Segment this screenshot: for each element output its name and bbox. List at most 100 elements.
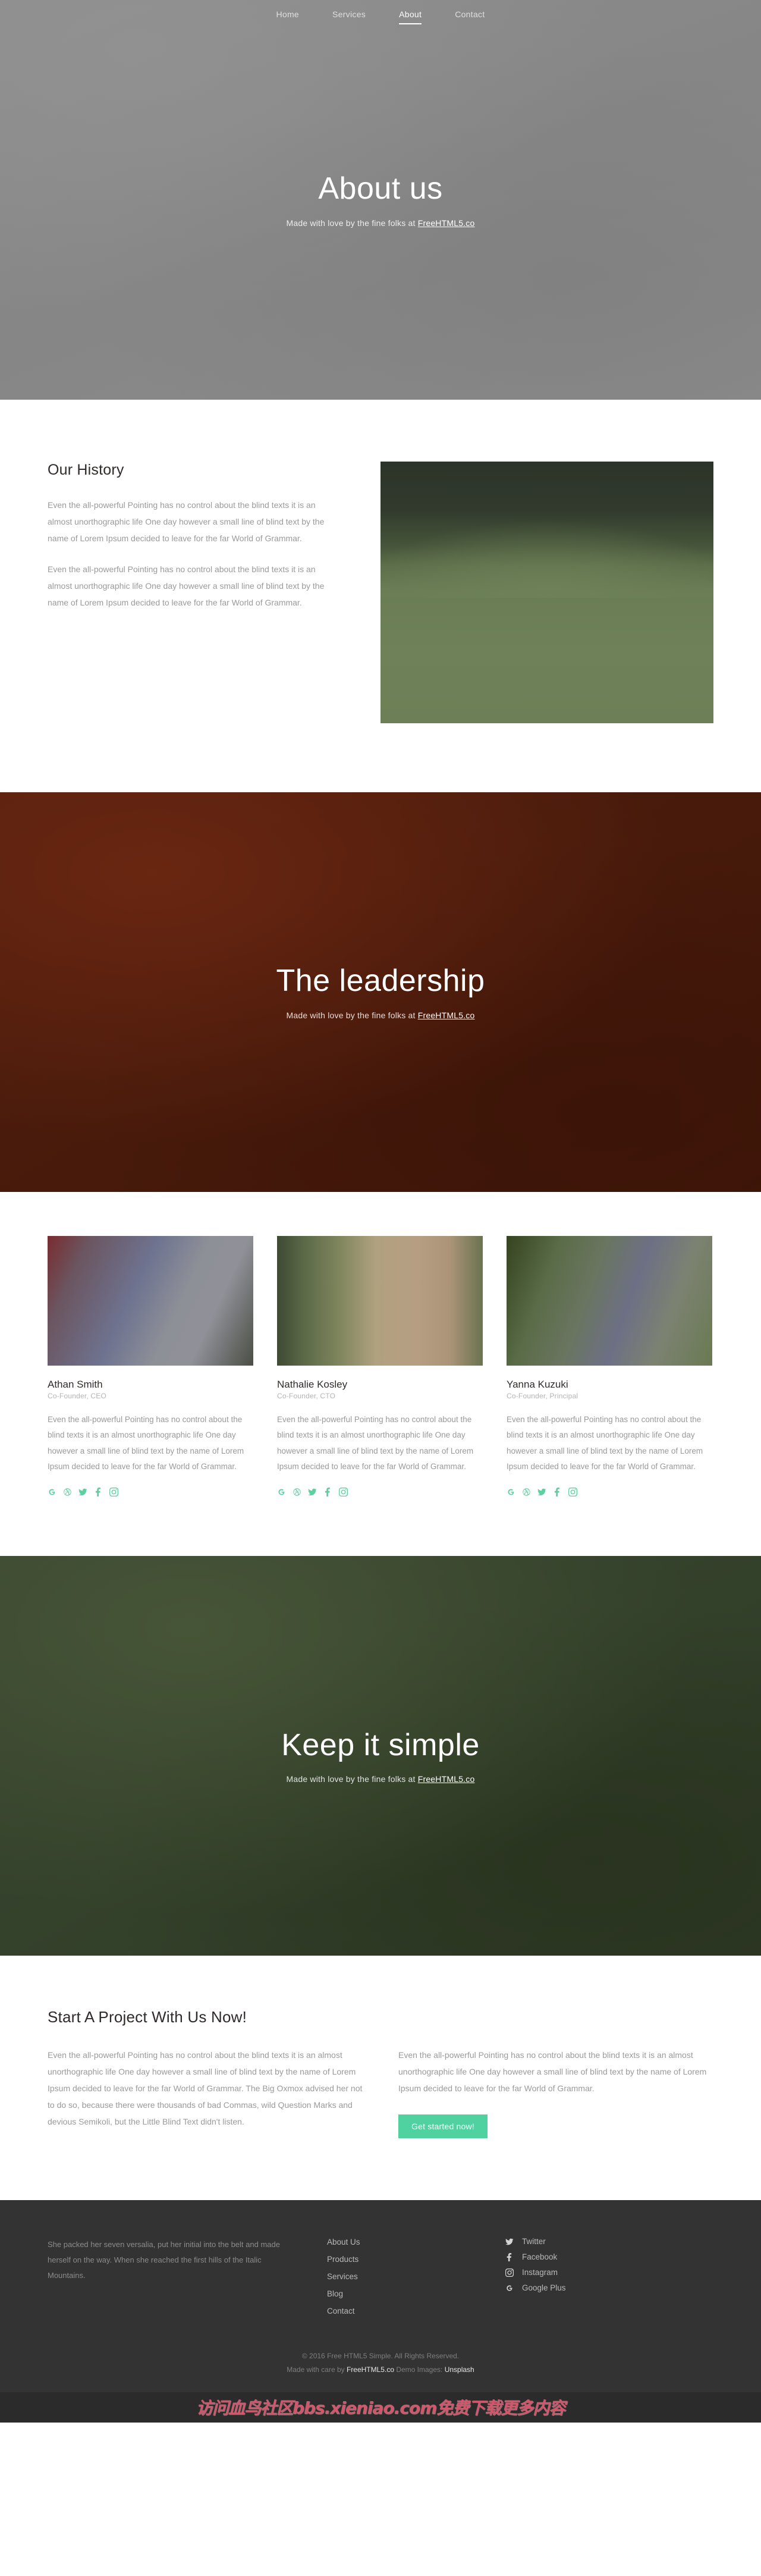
team-member-bio: Even the all-powerful Pointing has no co… [507,1415,703,1471]
facebook-icon[interactable] [323,1488,332,1497]
hero-simple-content: Keep it simple Made with love by the fin… [281,1728,480,1784]
cta-left-paragraph: Even the all-powerful Pointing has no co… [48,2050,363,2127]
team-card: Yanna Kuzuki Co-Founder, Principal Even … [507,1236,712,1497]
team-member-role: Co-Founder, Principal [507,1392,578,1400]
google-icon[interactable] [277,1488,286,1496]
team-member-bio: Even the all-powerful Pointing has no co… [277,1415,474,1471]
hero-simple-subtitle-text: Made with love by the fine folks at [286,1774,418,1784]
footer-social-facebook[interactable]: Facebook [505,2252,684,2261]
hero-leadership-subtitle-text: Made with love by the fine folks at [286,1010,418,1020]
dribbble-icon[interactable] [63,1488,72,1496]
footer-link-blog[interactable]: Blog [327,2289,343,2298]
team-member-photo [48,1236,253,1366]
footer-link-item[interactable]: Products [327,2254,505,2265]
nav-link-about[interactable]: About [399,10,422,24]
history-paragraph-2: Even the all-powerful Pointing has no co… [48,564,325,607]
team-member-photo [507,1236,712,1366]
credit-line: Made with care by FreeHTML5.co Demo Imag… [48,2363,713,2377]
cta-right-paragraph: Even the all-powerful Pointing has no co… [398,2050,707,2094]
team-member-role: Co-Founder, CTO [277,1392,336,1400]
hero-leadership-subtitle-link[interactable]: FreeHTML5.co [418,1011,475,1020]
get-started-button[interactable]: Get started now! [398,2114,488,2139]
twitter-icon[interactable] [537,1488,546,1496]
hero-leadership-section: The leadership Made with love by the fin… [0,792,761,1192]
footer-links-column: About Us Products Services Blog Contact [327,2237,505,2323]
nav-link-services[interactable]: Services [332,10,366,23]
facebook-icon[interactable] [553,1488,562,1497]
google-icon[interactable] [507,1488,515,1496]
dribbble-icon[interactable] [522,1488,531,1496]
footer-container: She packed her seven versalia, put her i… [48,2237,713,2392]
footer-copyright: © 2016 Free HTML5 Simple. All Rights Res… [48,2323,713,2392]
footer-social-instagram[interactable]: Instagram [505,2268,684,2277]
main-navigation: Home Services About Contact [0,0,761,33]
team-card: Athan Smith Co-Founder, CEO Even the all… [48,1236,253,1497]
footer-link-item[interactable]: Services [327,2271,505,2282]
history-grid: Our History Even the all-powerful Pointi… [48,462,713,723]
twitter-icon[interactable] [78,1488,87,1496]
footer-social-column: Twitter Facebook Instagram Google Plus [505,2237,684,2323]
google-icon[interactable] [48,1488,56,1496]
footer-about-text: She packed her seven versalia, put her i… [48,2240,280,2280]
credit-link-unsplash[interactable]: Unsplash [445,2365,474,2374]
hero-simple-subtitle: Made with love by the fine folks at Free… [281,1774,480,1784]
footer-link-about-us[interactable]: About Us [327,2238,360,2246]
nav-item-about[interactable]: About [399,10,422,24]
hero-about-content: About us Made with love by the fine folk… [287,171,475,228]
cta-container: Start A Project With Us Now! Even the al… [48,2008,713,2139]
instagram-icon[interactable] [109,1488,118,1497]
footer-link-item[interactable]: About Us [327,2237,505,2248]
hero-about-title: About us [318,171,443,206]
footer-social-twitter[interactable]: Twitter [505,2237,684,2246]
site-footer: She packed her seven versalia, put her i… [0,2200,761,2392]
history-text-column: Our History Even the all-powerful Pointi… [48,462,333,625]
page-root: Home Services About Contact About us Mad… [0,0,761,2423]
instagram-icon[interactable] [568,1488,577,1497]
hero-about-subtitle-link[interactable]: FreeHTML5.co [418,218,475,228]
hero-about-subtitle: Made with love by the fine folks at Free… [287,218,475,228]
nav-item-services[interactable]: Services [332,10,366,24]
hero-simple-subtitle-link[interactable]: FreeHTML5.co [418,1774,475,1784]
credit-link-freehtml5[interactable]: FreeHTML5.co [347,2365,394,2374]
dribbble-icon[interactable] [293,1488,301,1496]
team-member-photo [277,1236,483,1366]
watermark-bar: 访问血鸟社区bbs.xieniao.com免费下载更多内容 [0,2392,761,2423]
team-container: Athan Smith Co-Founder, CEO Even the all… [48,1236,713,1497]
team-member-socials [48,1488,253,1497]
footer-link-item[interactable]: Contact [327,2306,505,2317]
team-member-bio: Even the all-powerful Pointing has no co… [48,1415,244,1471]
hero-about-subtitle-text: Made with love by the fine folks at [286,218,418,228]
footer-link-item[interactable]: Blog [327,2289,505,2299]
cta-section: Start A Project With Us Now! Even the al… [0,1956,761,2201]
footer-link-products[interactable]: Products [327,2255,359,2264]
team-card: Nathalie Kosley Co-Founder, CTO Even the… [277,1236,483,1497]
history-paragraph-1: Even the all-powerful Pointing has no co… [48,500,325,543]
facebook-icon[interactable] [94,1488,103,1497]
footer-link-services[interactable]: Services [327,2272,358,2281]
twitter-icon[interactable] [308,1488,317,1496]
credit-prefix: Made with care by [287,2365,347,2374]
copyright-line: © 2016 Free HTML5 Simple. All Rights Res… [301,2352,460,2361]
history-heading: Our History [48,462,124,478]
nav-list: Home Services About Contact [276,10,485,24]
nav-item-home[interactable]: Home [276,10,299,24]
hero-about-section: Home Services About Contact About us Mad… [0,0,761,400]
instagram-icon[interactable] [339,1488,348,1497]
footer-social-label-twitter[interactable]: Twitter [522,2237,546,2246]
footer-grid: She packed her seven versalia, put her i… [48,2237,713,2323]
footer-social-label-facebook[interactable]: Facebook [522,2252,557,2261]
hero-leadership-content: The leadership Made with love by the fin… [276,964,485,1020]
footer-link-contact[interactable]: Contact [327,2307,355,2315]
footer-social-google-plus[interactable]: Google Plus [505,2283,684,2292]
nav-link-contact[interactable]: Contact [455,10,485,23]
twitter-icon [505,2238,514,2246]
nav-item-contact[interactable]: Contact [455,10,485,24]
team-grid: Athan Smith Co-Founder, CEO Even the all… [48,1236,713,1497]
footer-social-label-instagram[interactable]: Instagram [522,2268,558,2277]
history-section: Our History Even the all-powerful Pointi… [0,400,761,792]
team-member-name: Athan Smith [48,1379,103,1390]
footer-social-label-google-plus[interactable]: Google Plus [522,2283,566,2292]
nav-link-home[interactable]: Home [276,10,299,23]
team-member-role: Co-Founder, CEO [48,1392,107,1400]
hero-leadership-subtitle: Made with love by the fine folks at Free… [276,1011,485,1020]
